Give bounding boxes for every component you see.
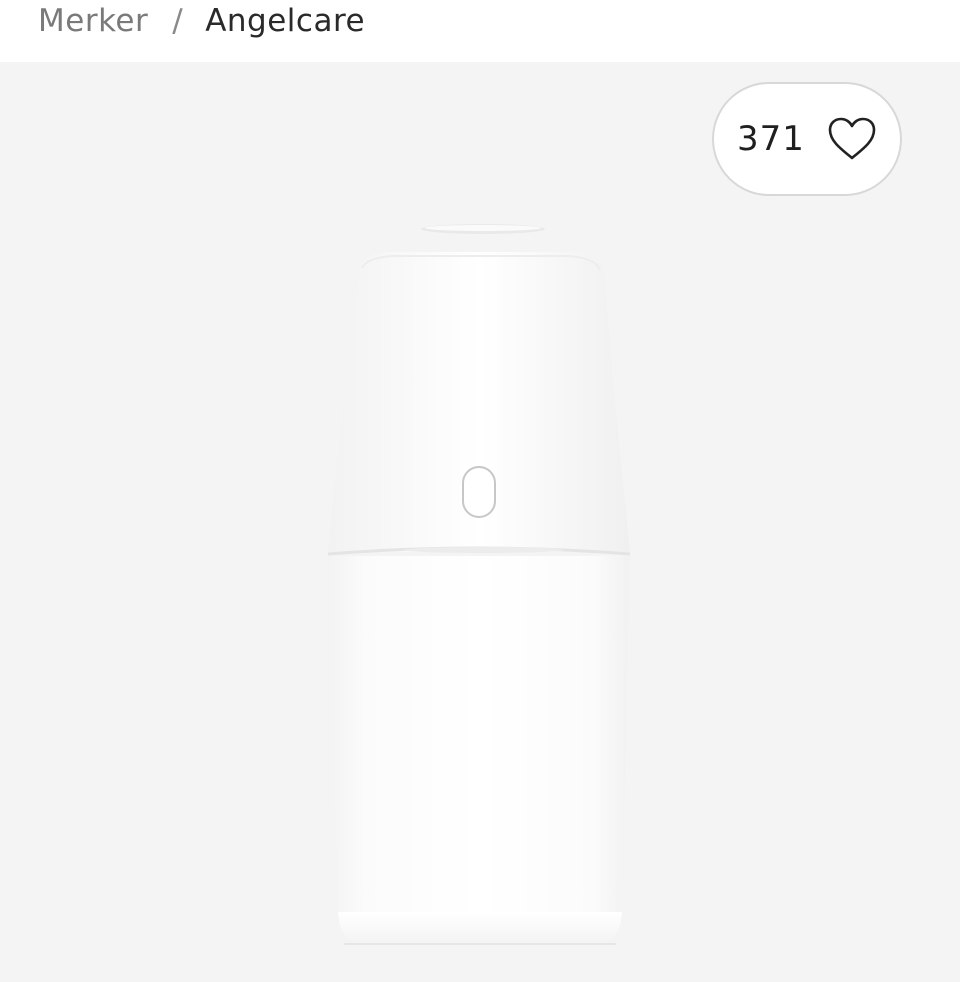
breadcrumb-separator: /: [172, 3, 184, 39]
breadcrumb-current-angelcare: Angelcare: [205, 3, 366, 39]
like-count: 371: [737, 119, 805, 159]
like-button[interactable]: 371: [712, 82, 902, 196]
heart-outline-icon: [828, 117, 876, 160]
diaper-bin-image: [327, 224, 631, 945]
breadcrumb-link-merker[interactable]: Merker: [38, 3, 148, 39]
breadcrumb: Merker / Angelcare: [38, 0, 365, 42]
product-image-area: 371: [0, 62, 960, 982]
